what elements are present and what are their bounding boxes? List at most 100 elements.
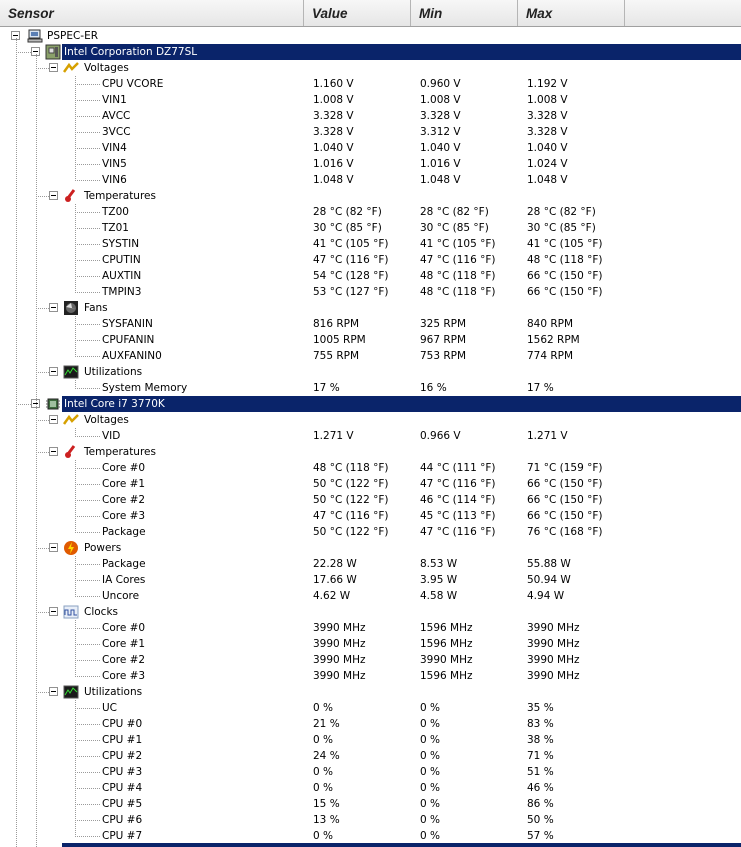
tree-branch-line: [75, 292, 100, 293]
power-icon: [63, 540, 79, 556]
sensor-group-node[interactable]: Voltages: [0, 412, 741, 428]
sensor-max: 71 %: [527, 750, 554, 762]
sensor-group-node[interactable]: Powers: [0, 540, 741, 556]
tree-branch-line: [75, 644, 100, 645]
sensor-row[interactable]: 3VCC 3.328 V 3.312 V 3.328 V: [0, 124, 741, 140]
tree-branch-line: [75, 260, 100, 261]
sensor-row[interactable]: VIN5 1.016 V 1.016 V 1.024 V: [0, 156, 741, 172]
sensor-name: CPU #7: [102, 830, 143, 842]
sensor-name: VIN4: [102, 142, 127, 154]
collapse-toggle[interactable]: [49, 543, 58, 552]
collapse-toggle[interactable]: [49, 303, 58, 312]
sensor-value: 1.008 V: [313, 94, 354, 106]
device-node[interactable]: Intel Corporation DZ77SL: [0, 44, 741, 60]
tree-branch-line: [75, 164, 100, 165]
sensor-value: 1.048 V: [313, 174, 354, 186]
sensor-row[interactable]: UC 0 % 0 % 35 %: [0, 700, 741, 716]
sensor-row[interactable]: System Memory 17 % 16 % 17 %: [0, 380, 741, 396]
sensor-row[interactable]: Core #1 50 °C (122 °F) 47 °C (116 °F) 66 °C…: [0, 476, 741, 492]
tree-branch-line: [75, 804, 100, 805]
tree-branch-line: [75, 788, 100, 789]
sensor-row[interactable]: SYSFANIN 816 RPM 325 RPM 840 RPM: [0, 316, 741, 332]
sensor-max: 3990 MHz: [527, 622, 580, 634]
sensor-row[interactable]: CPUFANIN 1005 RPM 967 RPM 1562 RPM: [0, 332, 741, 348]
collapse-toggle[interactable]: [49, 447, 58, 456]
sensor-row[interactable]: CPU #2 24 % 0 % 71 %: [0, 748, 741, 764]
sensor-group-node[interactable]: Temperatures: [0, 188, 741, 204]
collapse-toggle[interactable]: [49, 687, 58, 696]
tree-root-computer[interactable]: PSPEC-ER: [0, 28, 741, 44]
sensor-value: 48 °C (118 °F): [313, 462, 389, 474]
sensor-min: 0 %: [420, 702, 440, 714]
sensor-name: CPU #0: [102, 718, 143, 730]
sensor-name: Core #0: [102, 622, 146, 634]
sensor-row[interactable]: TZ00 28 °C (82 °F) 28 °C (82 °F) 28 °C (82 …: [0, 204, 741, 220]
collapse-toggle[interactable]: [49, 415, 58, 424]
sensor-row[interactable]: Core #3 47 °C (116 °F) 45 °C (113 °F) 66 °C…: [0, 508, 741, 524]
sensor-row[interactable]: TZ01 30 °C (85 °F) 30 °C (85 °F) 30 °C (85 …: [0, 220, 741, 236]
sensor-row[interactable]: CPU VCORE 1.160 V 0.960 V 1.192 V: [0, 76, 741, 92]
sensor-value: 3990 MHz: [313, 638, 366, 650]
column-header-min[interactable]: Min: [411, 0, 518, 26]
sensor-row[interactable]: SYSTIN 41 °C (105 °F) 41 °C (105 °F) 41 °C …: [0, 236, 741, 252]
sensor-row[interactable]: VIN4 1.040 V 1.040 V 1.040 V: [0, 140, 741, 156]
sensor-group-node[interactable]: Clocks: [0, 604, 741, 620]
sensor-row[interactable]: Uncore 4.62 W 4.58 W 4.94 W: [0, 588, 741, 604]
sensor-row[interactable]: IA Cores 17.66 W 3.95 W 50.94 W: [0, 572, 741, 588]
sensor-min: 0 %: [420, 830, 440, 842]
sensor-row[interactable]: Package 22.28 W 8.53 W 55.88 W: [0, 556, 741, 572]
sensor-value: 4.62 W: [313, 590, 351, 602]
sensor-value: 47 °C (116 °F): [313, 254, 389, 266]
sensor-group-node[interactable]: Voltages: [0, 60, 741, 76]
tree-branch-line: [75, 148, 100, 149]
sensor-group-node[interactable]: Utilizations: [0, 684, 741, 700]
sensor-group-node[interactable]: Utilizations: [0, 364, 741, 380]
sensor-value: 0 %: [313, 734, 333, 746]
collapse-toggle[interactable]: [49, 63, 58, 72]
sensor-row[interactable]: CPU #6 13 % 0 % 50 %: [0, 812, 741, 828]
sensor-row[interactable]: CPU #3 0 % 0 % 51 %: [0, 764, 741, 780]
sensor-row[interactable]: Package 50 °C (122 °F) 47 °C (116 °F) 76 °C…: [0, 524, 741, 540]
sensor-max: 4.94 W: [527, 590, 565, 602]
sensor-row[interactable]: Core #2 50 °C (122 °F) 46 °C (114 °F) 66 °C…: [0, 492, 741, 508]
sensor-row[interactable]: CPU #4 0 % 0 % 46 %: [0, 780, 741, 796]
sensor-group-node[interactable]: Temperatures: [0, 444, 741, 460]
sensor-row[interactable]: VIN1 1.008 V 1.008 V 1.008 V: [0, 92, 741, 108]
sensor-row[interactable]: CPU #0 21 % 0 % 83 %: [0, 716, 741, 732]
sensor-value: 3990 MHz: [313, 622, 366, 634]
column-header-max[interactable]: Max: [518, 0, 625, 26]
sensor-value: 21 %: [313, 718, 340, 730]
sensor-row[interactable]: AVCC 3.328 V 3.328 V 3.328 V: [0, 108, 741, 124]
sensor-max: 66 °C (150 °F): [527, 286, 603, 298]
collapse-toggle[interactable]: [49, 191, 58, 200]
sensor-row[interactable]: CPU #1 0 % 0 % 38 %: [0, 732, 741, 748]
collapse-toggle[interactable]: [49, 367, 58, 376]
sensor-row[interactable]: Core #1 3990 MHz 1596 MHz 3990 MHz: [0, 636, 741, 652]
sensor-row[interactable]: AUXTIN 54 °C (128 °F) 48 °C (118 °F) 66 °C …: [0, 268, 741, 284]
sensor-row[interactable]: CPUTIN 47 °C (116 °F) 47 °C (116 °F) 48 °C …: [0, 252, 741, 268]
sensor-row[interactable]: CPU #5 15 % 0 % 86 %: [0, 796, 741, 812]
sensor-group-name: Voltages: [84, 62, 129, 74]
sensor-row[interactable]: VIN6 1.048 V 1.048 V 1.048 V: [0, 172, 741, 188]
tree-guide-line: [75, 316, 76, 357]
tree-branch-line: [75, 820, 100, 821]
sensor-row[interactable]: Core #0 3990 MHz 1596 MHz 3990 MHz: [0, 620, 741, 636]
sensor-min: 45 °C (113 °F): [420, 510, 496, 522]
sensor-group-node[interactable]: Fans: [0, 300, 741, 316]
sensor-value: 41 °C (105 °F): [313, 238, 389, 250]
sensor-row[interactable]: TMPIN3 53 °C (127 °F) 48 °C (118 °F) 66 °C …: [0, 284, 741, 300]
sensor-row[interactable]: Core #0 48 °C (118 °F) 44 °C (111 °F) 71 °C…: [0, 460, 741, 476]
column-header-value[interactable]: Value: [304, 0, 411, 26]
sensor-value: 1.040 V: [313, 142, 354, 154]
sensor-row[interactable]: Core #3 3990 MHz 1596 MHz 3990 MHz: [0, 668, 741, 684]
sensor-row[interactable]: AUXFANIN0 755 RPM 753 RPM 774 RPM: [0, 348, 741, 364]
sensor-min: 48 °C (118 °F): [420, 286, 496, 298]
sensor-row[interactable]: VID 1.271 V 0.966 V 1.271 V: [0, 428, 741, 444]
sensor-row[interactable]: CPU #7 0 % 0 % 57 %: [0, 828, 741, 844]
collapse-toggle[interactable]: [49, 607, 58, 616]
sensor-row[interactable]: Core #2 3990 MHz 3990 MHz 3990 MHz: [0, 652, 741, 668]
device-node[interactable]: Intel Core i7 3770K: [0, 396, 741, 412]
sensor-name: IA Cores: [102, 574, 146, 586]
column-header-sensor[interactable]: Sensor: [0, 0, 304, 26]
tree-branch-line: [75, 500, 100, 501]
